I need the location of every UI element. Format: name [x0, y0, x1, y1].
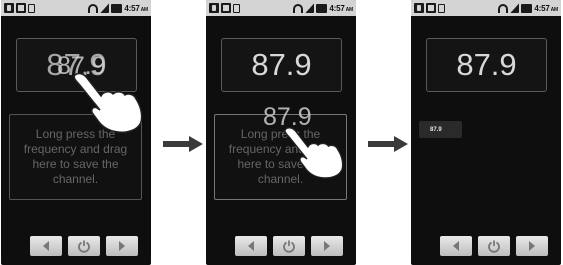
saved-channel-button[interactable]: 87.9 — [419, 121, 462, 138]
power-icon — [488, 240, 500, 253]
radio-screen-3: 4:57AM 87.9 87.9 — [411, 0, 561, 265]
usb-icon — [4, 3, 14, 13]
power-icon — [78, 240, 90, 253]
signal-icon — [100, 3, 110, 13]
power-button[interactable] — [68, 236, 100, 256]
frequency-value: 87.9 — [456, 47, 517, 82]
previous-button[interactable] — [440, 236, 472, 256]
headphones-icon — [498, 3, 509, 13]
frequency-value: 87.9 — [251, 47, 312, 82]
hand-pointer-icon — [73, 72, 143, 133]
hand-pointer-icon — [284, 127, 344, 179]
next-button[interactable] — [311, 236, 343, 256]
power-icon — [283, 240, 295, 253]
status-bar: 4:57AM — [206, 0, 356, 16]
next-icon — [324, 241, 330, 251]
right-arrow-icon — [368, 136, 408, 152]
frequency-display[interactable]: 87.9 — [426, 38, 547, 92]
next-button[interactable] — [106, 236, 138, 256]
sd-card-icon — [28, 3, 35, 13]
status-bar: 4:57AM — [411, 0, 561, 16]
signal-icon — [305, 3, 315, 13]
previous-icon — [248, 241, 254, 251]
power-button[interactable] — [478, 236, 510, 256]
headphones-icon — [293, 3, 304, 13]
usb-icon — [209, 3, 219, 13]
right-arrow-icon — [163, 136, 203, 152]
picture-icon — [426, 3, 436, 13]
radio-screen-1: 4:57AM 87.9 87.9 Long press the frequenc… — [1, 0, 151, 265]
power-button[interactable] — [273, 236, 305, 256]
picture-icon — [16, 3, 26, 13]
signal-icon — [510, 3, 520, 13]
battery-icon — [521, 3, 533, 13]
previous-icon — [453, 241, 459, 251]
picture-icon — [221, 3, 231, 13]
frequency-display[interactable]: 87.9 — [221, 38, 342, 92]
previous-icon — [43, 241, 49, 251]
saved-channel-label: 87.9 — [430, 126, 442, 133]
status-time: 4:57AM — [329, 3, 353, 13]
drop-hint-text: Long press the frequency and drag here t… — [23, 127, 128, 186]
status-bar: 4:57AM — [1, 0, 151, 16]
next-icon — [119, 241, 125, 251]
status-time: 4:57AM — [124, 3, 148, 13]
sd-card-icon — [438, 3, 445, 13]
battery-icon — [111, 3, 123, 13]
next-button[interactable] — [516, 236, 548, 256]
status-time: 4:57AM — [534, 3, 558, 13]
previous-button[interactable] — [235, 236, 267, 256]
previous-button[interactable] — [30, 236, 62, 256]
battery-icon — [316, 3, 328, 13]
next-icon — [529, 241, 535, 251]
sd-card-icon — [233, 3, 240, 13]
usb-icon — [414, 3, 424, 13]
radio-screen-2: 4:57AM 87.9 Long press the frequency and… — [206, 0, 356, 265]
headphones-icon — [88, 3, 99, 13]
